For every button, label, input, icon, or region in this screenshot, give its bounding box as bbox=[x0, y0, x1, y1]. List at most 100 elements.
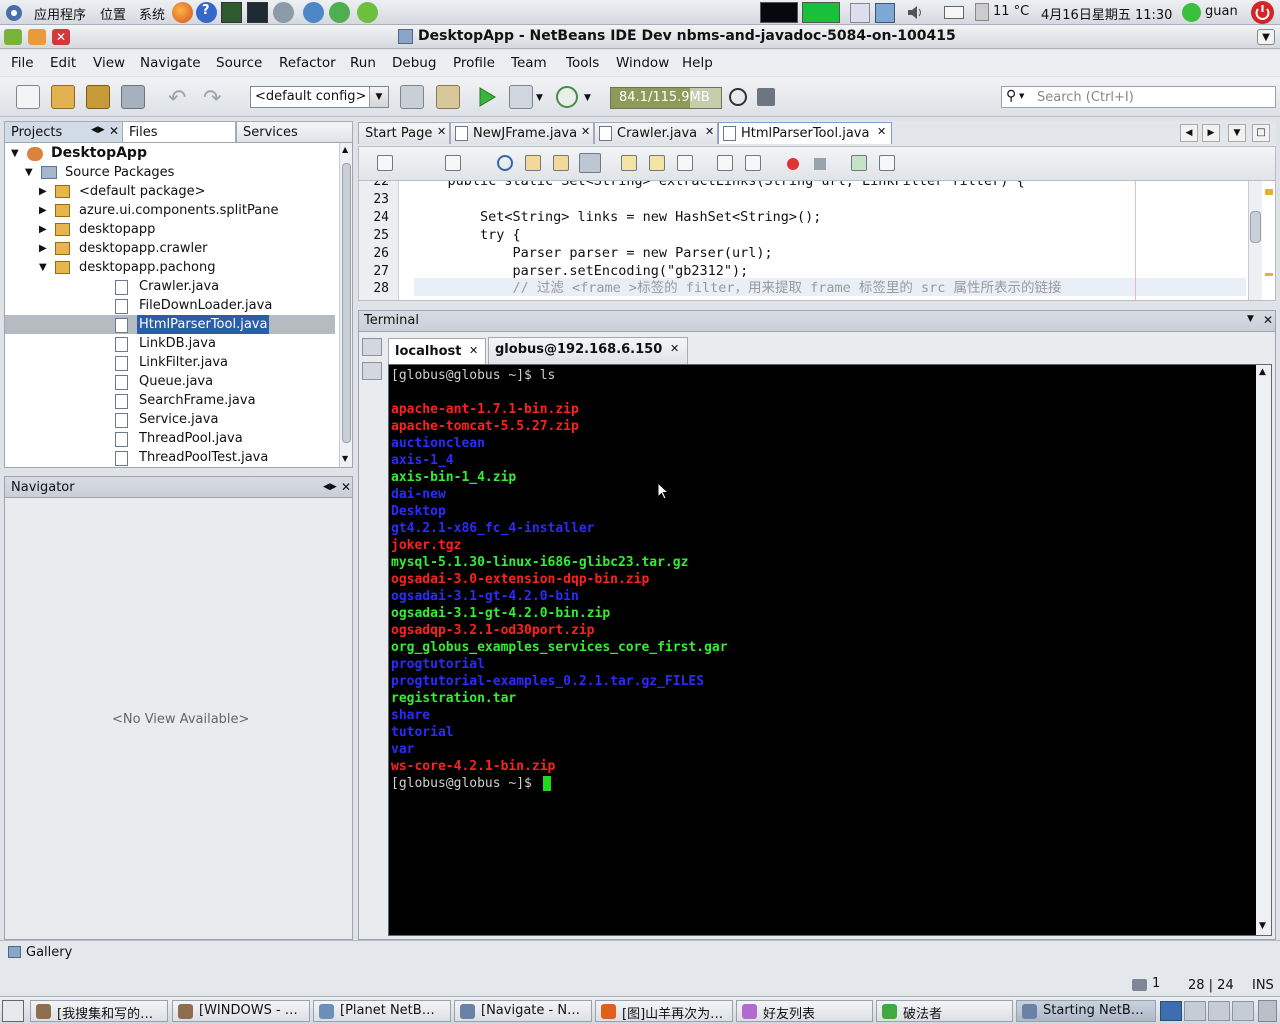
tree-scrollbar[interactable]: ▲ ▼ bbox=[339, 143, 352, 467]
close-icon[interactable]: ✕ bbox=[581, 125, 590, 138]
tab-start-page[interactable]: Start Page ✕ bbox=[358, 122, 450, 144]
clock[interactable]: 4月16日星期五 11:30 bbox=[1041, 4, 1172, 23]
workspace-1[interactable] bbox=[1160, 1001, 1182, 1021]
new-file-icon[interactable] bbox=[16, 85, 40, 109]
clean-build-icon[interactable] bbox=[436, 85, 460, 109]
collapsed-toggle-icon[interactable]: ▶ bbox=[39, 220, 47, 239]
tree-item[interactable]: LinkFilter.java bbox=[5, 353, 335, 372]
search-dropdown-icon[interactable]: ▼ bbox=[1019, 92, 1024, 100]
tab-projects[interactable]: Projects ◀▶ ✕ bbox=[4, 121, 124, 143]
profile-icon[interactable] bbox=[556, 86, 578, 108]
profile-dropdown-icon[interactable]: ▼ bbox=[584, 93, 591, 103]
menu-window[interactable]: Window bbox=[616, 55, 669, 71]
expanded-toggle-icon[interactable]: ▼ bbox=[25, 163, 33, 182]
gallery-label[interactable]: Gallery bbox=[26, 945, 72, 960]
trash-icon[interactable] bbox=[1258, 1000, 1277, 1022]
tree-item[interactable]: ThreadPool.java bbox=[5, 429, 335, 448]
help-icon[interactable]: ? bbox=[196, 2, 217, 23]
applet-icon[interactable] bbox=[875, 3, 895, 23]
tab-htmlparsertool[interactable]: HtmlParserTool.java ✕ bbox=[718, 122, 892, 144]
code-scrollbar-thumb[interactable] bbox=[1250, 211, 1261, 243]
expanded-toggle-icon[interactable]: ▼ bbox=[11, 144, 19, 163]
menu-edit[interactable]: Edit bbox=[50, 55, 76, 71]
applications-menu[interactable]: 应用程序 bbox=[34, 4, 86, 23]
minimize-panel-icon[interactable]: ◀▶ bbox=[91, 125, 105, 135]
tree-item[interactable]: Service.java bbox=[5, 410, 335, 429]
close-icon[interactable]: ✕ bbox=[469, 344, 478, 357]
tree-item[interactable]: ▼ Source Packages bbox=[5, 163, 335, 182]
record-macro-icon[interactable] bbox=[787, 158, 799, 170]
system-menu[interactable]: 系统 bbox=[139, 4, 165, 23]
debug-dropdown-icon[interactable]: ▼ bbox=[536, 93, 543, 103]
workspace-4[interactable] bbox=[1232, 1001, 1254, 1021]
tree-item[interactable]: HtmlParserTool.java bbox=[5, 315, 335, 334]
scroll-up-icon[interactable]: ▲ bbox=[342, 145, 348, 154]
find-next-icon[interactable] bbox=[553, 155, 569, 171]
scroll-down-icon[interactable]: ▼ bbox=[1259, 921, 1266, 931]
snapshot-icon[interactable] bbox=[757, 88, 775, 106]
config-select[interactable]: <default config> ▼ bbox=[250, 86, 389, 108]
find-previous-icon[interactable] bbox=[525, 155, 541, 171]
collapsed-toggle-icon[interactable]: ▶ bbox=[39, 239, 47, 258]
expanded-toggle-icon[interactable]: ▼ bbox=[39, 258, 47, 277]
menu-navigate[interactable]: Navigate bbox=[140, 55, 201, 71]
next-bookmark-icon[interactable] bbox=[649, 155, 665, 171]
notifications-icon[interactable] bbox=[1132, 979, 1147, 991]
prev-bookmark-icon[interactable] bbox=[621, 155, 637, 171]
tree-item[interactable]: SearchFrame.java bbox=[5, 391, 335, 410]
code-scrollbar[interactable] bbox=[1248, 181, 1262, 300]
terminal-screen[interactable]: [globus@globus ~]$ ls apache-ant-1.7.1-bi… bbox=[388, 364, 1272, 936]
tree-item[interactable]: ▼ desktopapp.pachong bbox=[5, 258, 335, 277]
taskbar-button[interactable]: [我搜集和写的… bbox=[30, 1000, 168, 1022]
code-editor[interactable]: 22 public static Set<String> extractLink… bbox=[358, 180, 1276, 301]
taskbar-button[interactable]: [Navigate - N… bbox=[454, 1000, 592, 1022]
tree-item[interactable]: ▶ <default package> bbox=[5, 182, 335, 201]
gnome-foot-icon[interactable] bbox=[4, 3, 24, 23]
tab-terminal-localhost[interactable]: localhost ✕ bbox=[388, 338, 486, 364]
taskbar-button[interactable]: [Planet NetB… bbox=[313, 1000, 451, 1022]
shift-left-icon[interactable] bbox=[717, 155, 733, 171]
tab-services[interactable]: Services bbox=[236, 121, 353, 143]
find-icon[interactable] bbox=[497, 155, 513, 171]
tab-files[interactable]: Files bbox=[122, 121, 236, 143]
scroll-up-icon[interactable]: ▲ bbox=[1259, 367, 1266, 377]
tab-scroll-left-icon[interactable]: ◀ bbox=[1180, 124, 1198, 142]
minimize-panel-icon[interactable]: ▼ bbox=[1247, 314, 1254, 324]
mail-icon[interactable] bbox=[944, 6, 964, 19]
firefox-icon[interactable] bbox=[172, 2, 193, 23]
scroll-down-icon[interactable]: ▼ bbox=[342, 454, 348, 463]
taskbar-button[interactable]: [WINDOWS - … bbox=[172, 1000, 310, 1022]
places-menu[interactable]: 位置 bbox=[100, 4, 126, 23]
menu-debug[interactable]: Debug bbox=[392, 55, 436, 71]
remote-terminal-icon[interactable] bbox=[362, 362, 382, 380]
open-project-icon[interactable] bbox=[86, 85, 110, 109]
close-icon[interactable]: ✕ bbox=[877, 125, 886, 138]
tree-item[interactable]: FileDownLoader.java bbox=[5, 296, 335, 315]
comment-icon[interactable] bbox=[851, 155, 867, 171]
tree-item[interactable]: ▶ azure.ui.components.splitPane bbox=[5, 201, 335, 220]
tree-item[interactable]: ThreadPoolTest.java bbox=[5, 448, 335, 467]
window-options-button[interactable]: ▼ bbox=[1257, 29, 1275, 45]
terminal-icon[interactable] bbox=[247, 2, 268, 23]
terminal-scrollbar[interactable]: ▲ ▼ bbox=[1256, 365, 1271, 935]
play-icon[interactable] bbox=[357, 2, 378, 23]
weather-temperature[interactable]: 11 °C bbox=[993, 4, 1029, 19]
taskbar-button[interactable]: 好友列表 bbox=[736, 1000, 873, 1022]
minimize-panel-icon[interactable]: ◀▶ bbox=[323, 482, 337, 492]
taskbar-button[interactable]: [图]山羊再次为… bbox=[595, 1000, 733, 1022]
tab-terminal-globus[interactable]: globus@192.168.6.150 ✕ bbox=[488, 337, 688, 364]
run-icon[interactable] bbox=[477, 86, 497, 108]
network-icon[interactable] bbox=[303, 2, 324, 23]
memory-bar[interactable]: 84.1/115.9MB bbox=[610, 87, 722, 109]
software-icon[interactable] bbox=[273, 2, 294, 23]
chevron-down-icon[interactable]: ▼ bbox=[369, 87, 388, 107]
user-name[interactable]: guan bbox=[1205, 4, 1238, 19]
close-icon[interactable]: ✕ bbox=[1263, 313, 1273, 327]
tree-item[interactable]: ▶ desktopapp.crawler bbox=[5, 239, 335, 258]
shift-right-icon[interactable] bbox=[745, 155, 761, 171]
uncomment-icon[interactable] bbox=[879, 155, 895, 171]
tree-item[interactable]: Queue.java bbox=[5, 372, 335, 391]
toggle-highlight-icon[interactable] bbox=[579, 153, 601, 173]
system-monitor-icon[interactable] bbox=[221, 2, 242, 23]
save-all-icon[interactable] bbox=[121, 85, 145, 109]
